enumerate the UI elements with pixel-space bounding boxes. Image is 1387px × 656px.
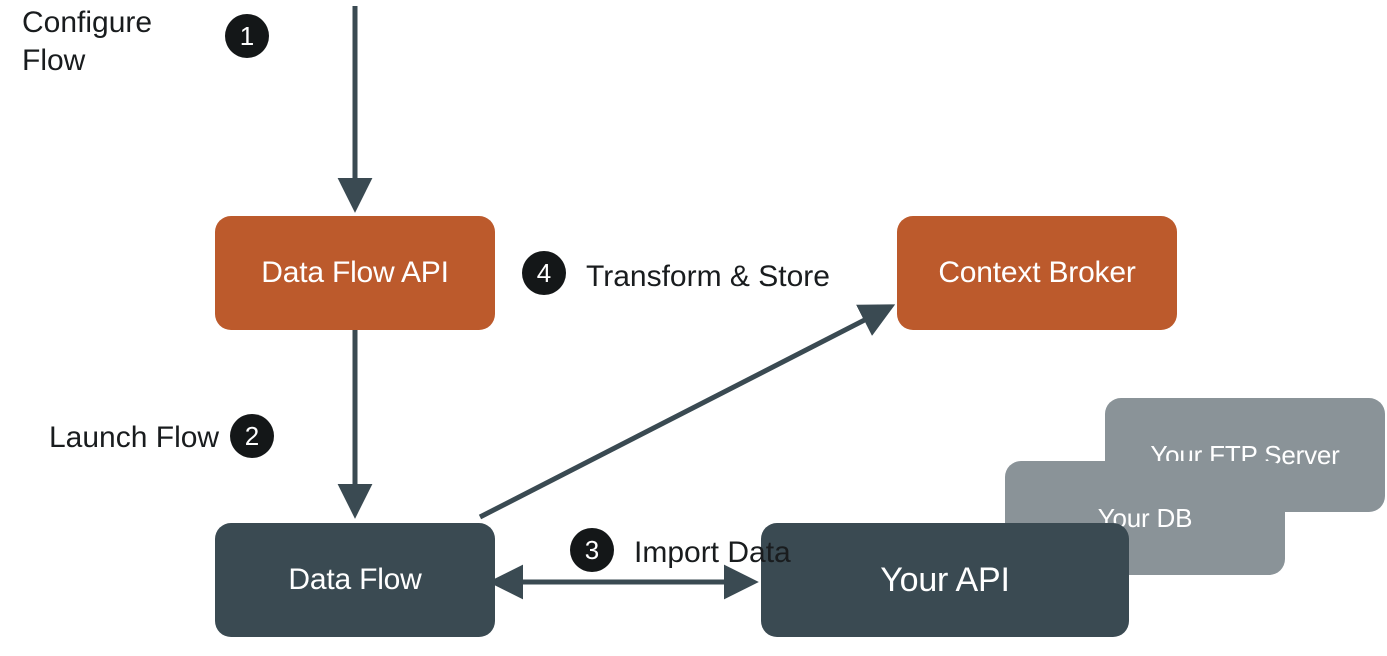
badge-4: 4: [522, 251, 566, 295]
badge-3: 3: [570, 528, 614, 572]
arrow-transform-store: [480, 307, 890, 517]
box-context-broker: Context Broker: [897, 216, 1177, 330]
diagram-stage: Your FTP Server Your DB Data Flow API Co…: [0, 0, 1387, 656]
box-data-flow-label: Data Flow: [288, 563, 421, 597]
box-data-flow-api: Data Flow API: [215, 216, 495, 330]
box-data-flow-api-label: Data Flow API: [261, 256, 448, 290]
box-context-broker-label: Context Broker: [938, 256, 1135, 290]
label-configure-flow: Configure Flow: [22, 4, 152, 79]
badge-2: 2: [230, 414, 274, 458]
box-your-api: Your API: [761, 523, 1129, 637]
label-launch-flow: Launch Flow: [49, 419, 219, 457]
label-transform-store: Transform & Store: [586, 258, 830, 296]
label-import-data: Import Data: [634, 534, 791, 572]
badge-1: 1: [225, 14, 269, 58]
box-data-flow: Data Flow: [215, 523, 495, 637]
box-your-api-label: Your API: [880, 561, 1009, 600]
